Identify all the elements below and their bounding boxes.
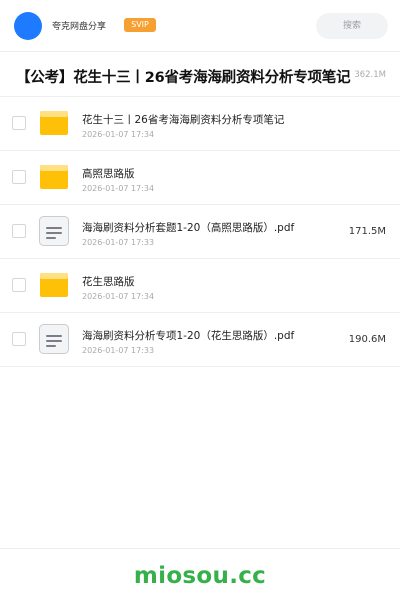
site-watermark: miosou.cc <box>133 563 267 589</box>
select-checkbox[interactable] <box>12 224 26 238</box>
list-item[interactable]: 花生十三丨26省考海海刷资料分析专项笔记 2026-01-07 17:34 <box>0 97 400 151</box>
share-owner-name: 夸克网盘分享 <box>52 22 107 32</box>
item-date: 2026-01-07 17:34 <box>82 292 155 301</box>
document-icon <box>39 216 69 246</box>
folder-title: 【公考】花生十三丨26省考海海刷资料分析专项笔记 <box>16 70 351 86</box>
folder-icon <box>40 165 68 189</box>
item-size: 190.6M <box>348 334 386 345</box>
file-list: 花生十三丨26省考海海刷资料分析专项笔记 2026-01-07 17:34 高照… <box>0 97 400 367</box>
share-header: 夸克网盘分享 SVIP 搜索 <box>0 0 400 52</box>
list-item[interactable]: 高照思路版 2026-01-07 17:34 <box>0 151 400 205</box>
list-item[interactable]: 花生思路版 2026-01-07 17:34 <box>0 259 400 313</box>
document-icon <box>39 324 69 354</box>
svip-badge: SVIP <box>124 18 156 32</box>
search-button[interactable]: 搜索 <box>316 13 388 39</box>
select-checkbox[interactable] <box>12 116 26 130</box>
select-checkbox[interactable] <box>12 278 26 292</box>
footer: miosou.cc <box>0 548 400 600</box>
folder-size: 362.1M <box>354 70 386 80</box>
item-size: 171.5M <box>348 226 386 237</box>
item-date: 2026-01-07 17:34 <box>82 184 155 193</box>
item-name[interactable]: 海海刷资料分析套题1-20（高照思路版）.pdf <box>82 220 294 235</box>
select-checkbox[interactable] <box>12 332 26 346</box>
item-name[interactable]: 高照思路版 <box>82 166 135 181</box>
item-date: 2026-01-07 17:33 <box>82 346 155 355</box>
item-date: 2026-01-07 17:33 <box>82 238 155 247</box>
item-name[interactable]: 海海刷资料分析专项1-20（花生思路版）.pdf <box>82 328 294 343</box>
item-name[interactable]: 花生思路版 <box>82 274 135 289</box>
item-date: 2026-01-07 17:34 <box>82 130 155 139</box>
select-checkbox[interactable] <box>12 170 26 184</box>
folder-icon <box>40 273 68 297</box>
list-item[interactable]: 海海刷资料分析专项1-20（花生思路版）.pdf 2026-01-07 17:3… <box>0 313 400 367</box>
avatar[interactable] <box>14 12 42 40</box>
folder-title-bar: 【公考】花生十三丨26省考海海刷资料分析专项笔记 362.1M <box>0 52 400 97</box>
item-name[interactable]: 花生十三丨26省考海海刷资料分析专项笔记 <box>82 112 284 127</box>
folder-icon <box>40 111 68 135</box>
list-item[interactable]: 海海刷资料分析套题1-20（高照思路版）.pdf 2026-01-07 17:3… <box>0 205 400 259</box>
